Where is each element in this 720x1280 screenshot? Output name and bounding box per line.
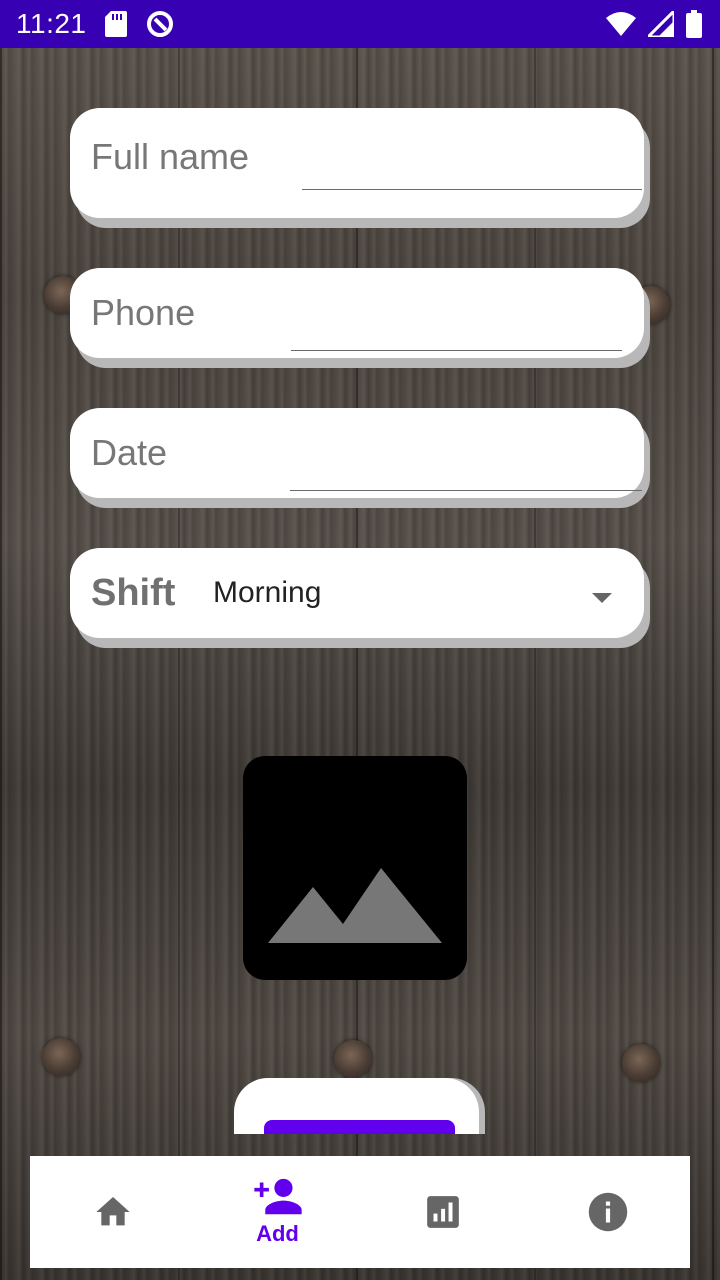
status-bar: 11:21 bbox=[0, 0, 720, 48]
status-time: 11:21 bbox=[16, 8, 87, 39]
nav-info[interactable] bbox=[525, 1156, 690, 1268]
date-label: Date bbox=[91, 432, 168, 473]
image-placeholder[interactable] bbox=[243, 756, 467, 980]
nav-add-label: Add bbox=[256, 1221, 299, 1246]
bar-chart-icon bbox=[426, 1196, 459, 1228]
full-name-input[interactable] bbox=[302, 148, 642, 185]
wifi-icon bbox=[606, 12, 636, 36]
phone-label: Phone bbox=[91, 292, 196, 333]
image-icon bbox=[268, 868, 442, 943]
date-card: Date bbox=[70, 408, 644, 498]
bottom-navigation: Add bbox=[30, 1156, 690, 1268]
nav-home[interactable] bbox=[30, 1156, 195, 1268]
shift-card: Shift Morning bbox=[70, 548, 644, 638]
person-add-icon bbox=[253, 1178, 302, 1215]
sd-card-icon bbox=[104, 11, 127, 37]
phone-input[interactable] bbox=[291, 309, 622, 346]
full-name-card: Full name bbox=[70, 108, 644, 218]
nav-stats[interactable] bbox=[360, 1156, 525, 1268]
phone-field[interactable] bbox=[291, 309, 622, 351]
chevron-down-icon[interactable] bbox=[592, 593, 612, 603]
wood-knot bbox=[42, 1038, 80, 1076]
phone-card: Phone bbox=[70, 268, 644, 358]
nav-add[interactable]: Add bbox=[195, 1156, 360, 1268]
date-field[interactable] bbox=[290, 449, 642, 491]
data-saver-icon bbox=[145, 9, 175, 39]
home-icon bbox=[95, 1197, 130, 1226]
submit-button-container bbox=[234, 1078, 479, 1134]
date-input[interactable] bbox=[290, 449, 642, 486]
battery-icon bbox=[686, 10, 702, 38]
wood-knot bbox=[622, 1044, 660, 1082]
signal-icon bbox=[648, 11, 674, 37]
shift-dropdown[interactable]: Morning bbox=[213, 576, 321, 610]
full-name-label: Full name bbox=[91, 136, 250, 177]
submit-button[interactable] bbox=[264, 1120, 455, 1134]
info-icon bbox=[588, 1192, 627, 1232]
shift-label: Shift bbox=[91, 571, 176, 614]
wood-knot bbox=[334, 1040, 372, 1078]
full-name-field[interactable] bbox=[302, 148, 642, 190]
